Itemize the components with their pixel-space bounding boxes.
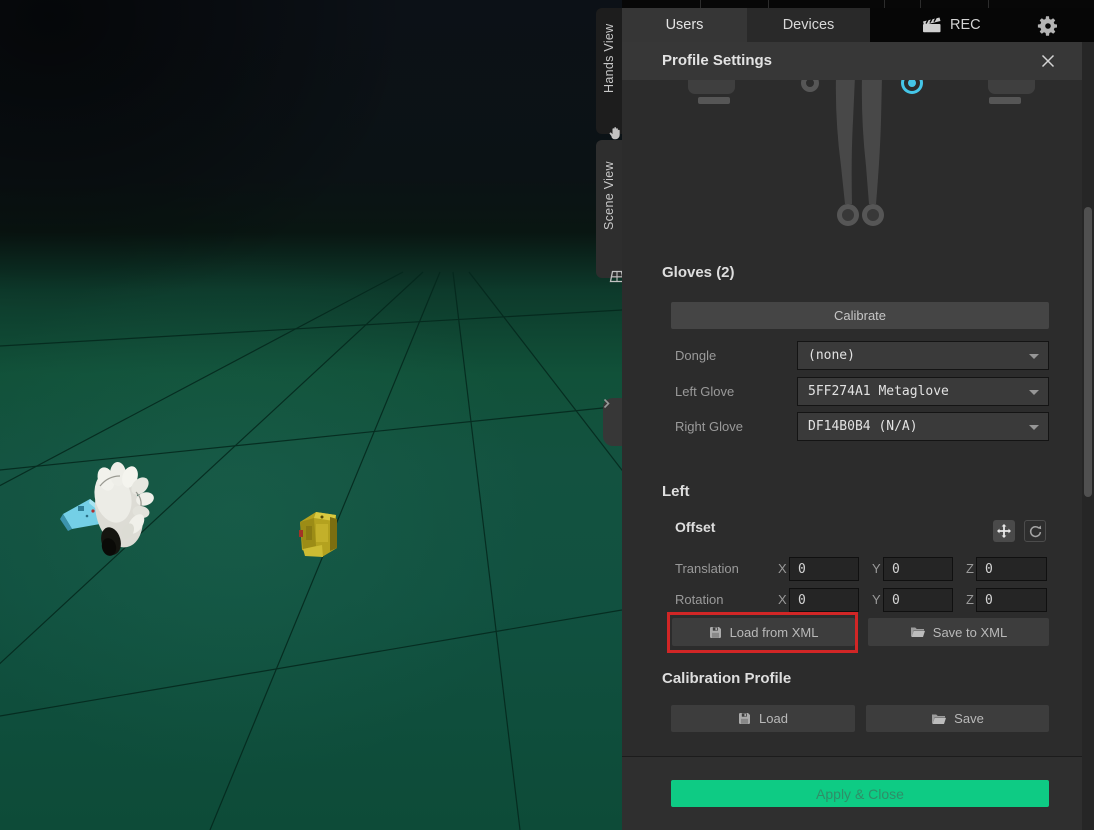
calibration-save-button[interactable]: Save bbox=[866, 705, 1049, 732]
panel-title: Profile Settings bbox=[662, 52, 772, 69]
hand-model bbox=[60, 462, 155, 558]
foot-tracker-left bbox=[837, 204, 859, 226]
calibrate-button[interactable]: Calibrate bbox=[671, 302, 1049, 329]
foot-tracker-right bbox=[862, 204, 884, 226]
record-zone: REC bbox=[870, 8, 1094, 42]
yellow-object bbox=[299, 512, 337, 557]
tab-hands-view[interactable]: Hands View bbox=[596, 8, 622, 134]
save-to-xml-button[interactable]: Save to XML bbox=[868, 618, 1049, 646]
close-icon bbox=[1041, 54, 1055, 68]
translation-z-value: 0 bbox=[985, 562, 993, 577]
translation-y-value: 0 bbox=[892, 562, 900, 577]
right-glove-value: DF14B0B4 (N/A) bbox=[808, 419, 918, 434]
application-window: Hands View Scene View R bbox=[0, 0, 1094, 830]
translation-y-field[interactable]: 0 bbox=[883, 557, 953, 581]
floppy-save-icon bbox=[738, 712, 751, 725]
rotation-label: Rotation bbox=[675, 592, 723, 607]
record-button[interactable]: REC bbox=[922, 8, 981, 42]
clapperboard-icon bbox=[922, 17, 942, 33]
calibrate-label: Calibrate bbox=[834, 308, 886, 323]
rotation-z-value: 0 bbox=[985, 593, 993, 608]
chevron-down-icon bbox=[1029, 425, 1039, 430]
folder-open-icon bbox=[931, 713, 946, 725]
axis-y-label: Y bbox=[872, 561, 881, 576]
tab-users-label: Users bbox=[666, 17, 704, 33]
offset-heading: Offset bbox=[675, 519, 715, 535]
rotation-y-field[interactable]: 0 bbox=[883, 588, 953, 612]
apply-close-button[interactable]: Apply & Close bbox=[671, 780, 1049, 807]
rotation-y-value: 0 bbox=[892, 593, 900, 608]
folder-open-icon bbox=[910, 626, 925, 638]
panel-header: Profile Settings bbox=[622, 42, 1082, 80]
tab-users[interactable]: Users bbox=[622, 8, 747, 42]
left-card-bar bbox=[989, 97, 1021, 104]
rec-label: REC bbox=[950, 17, 981, 33]
left-heading: Left bbox=[662, 483, 690, 500]
rotate-icon bbox=[1028, 524, 1043, 539]
right-glove-dropdown[interactable]: DF14B0B4 (N/A) bbox=[797, 412, 1049, 441]
settings-panel: R 2 Users bbox=[622, 0, 1094, 830]
chevron-down-icon bbox=[1029, 390, 1039, 395]
right-card-bar bbox=[698, 97, 730, 104]
translation-z-field[interactable]: 0 bbox=[976, 557, 1047, 581]
dongle-dropdown[interactable]: (none) bbox=[797, 341, 1049, 370]
rotation-x-field[interactable]: 0 bbox=[789, 588, 859, 612]
tab-scene-view[interactable]: Scene View bbox=[596, 140, 622, 278]
tab-devices[interactable]: Devices bbox=[747, 8, 870, 42]
left-glove-value: 5FF274A1 Metaglove bbox=[808, 384, 949, 399]
calibration-save-label: Save bbox=[954, 711, 984, 726]
gear-icon bbox=[1036, 14, 1060, 38]
axis-y-label: Y bbox=[872, 592, 881, 607]
tab-devices-label: Devices bbox=[783, 17, 835, 33]
panel-expand-handle[interactable] bbox=[603, 398, 622, 446]
legs-silhouette bbox=[828, 76, 890, 208]
apply-close-label: Apply & Close bbox=[816, 786, 904, 802]
calibration-load-button[interactable]: Load bbox=[671, 705, 855, 732]
top-tab-bar: Users Devices REC bbox=[622, 8, 1094, 42]
translation-x-value: 0 bbox=[798, 562, 806, 577]
save-to-xml-label: Save to XML bbox=[933, 625, 1007, 640]
axis-x-label: X bbox=[778, 561, 787, 576]
scene-view-label: Scene View bbox=[596, 144, 622, 248]
hands-view-label: Hands View bbox=[596, 12, 622, 104]
chevron-down-icon bbox=[1029, 354, 1039, 359]
rotation-z-field[interactable]: 0 bbox=[976, 588, 1047, 612]
translation-x-field[interactable]: 0 bbox=[789, 557, 859, 581]
gloves-heading: Gloves (2) bbox=[662, 264, 735, 281]
left-glove-dropdown[interactable]: 5FF274A1 Metaglove bbox=[797, 377, 1049, 406]
dongle-label: Dongle bbox=[675, 348, 716, 363]
calibration-load-label: Load bbox=[759, 711, 788, 726]
translate-tool-button[interactable] bbox=[993, 520, 1015, 542]
right-glove-label: Right Glove bbox=[675, 419, 743, 434]
axis-z-label: Z bbox=[966, 592, 974, 607]
axis-x-label: X bbox=[778, 592, 787, 607]
chevron-right-icon bbox=[603, 398, 610, 409]
rotate-tool-button[interactable] bbox=[1024, 520, 1046, 542]
scene-viewport[interactable]: Hands View Scene View bbox=[0, 0, 622, 830]
scene-3d-render bbox=[0, 0, 622, 830]
highlight-red-box bbox=[667, 612, 858, 653]
translation-label: Translation bbox=[675, 561, 739, 576]
rotation-x-value: 0 bbox=[798, 593, 806, 608]
close-button[interactable] bbox=[1038, 52, 1058, 70]
scrollbar-thumb[interactable] bbox=[1084, 207, 1092, 497]
left-glove-label: Left Glove bbox=[675, 384, 734, 399]
top-strip bbox=[622, 0, 1094, 8]
calibration-profile-heading: Calibration Profile bbox=[662, 670, 791, 687]
dongle-value: (none) bbox=[808, 348, 855, 363]
move-arrows-icon bbox=[996, 523, 1012, 539]
settings-gear-button[interactable] bbox=[1036, 14, 1060, 38]
axis-z-label: Z bbox=[966, 561, 974, 576]
